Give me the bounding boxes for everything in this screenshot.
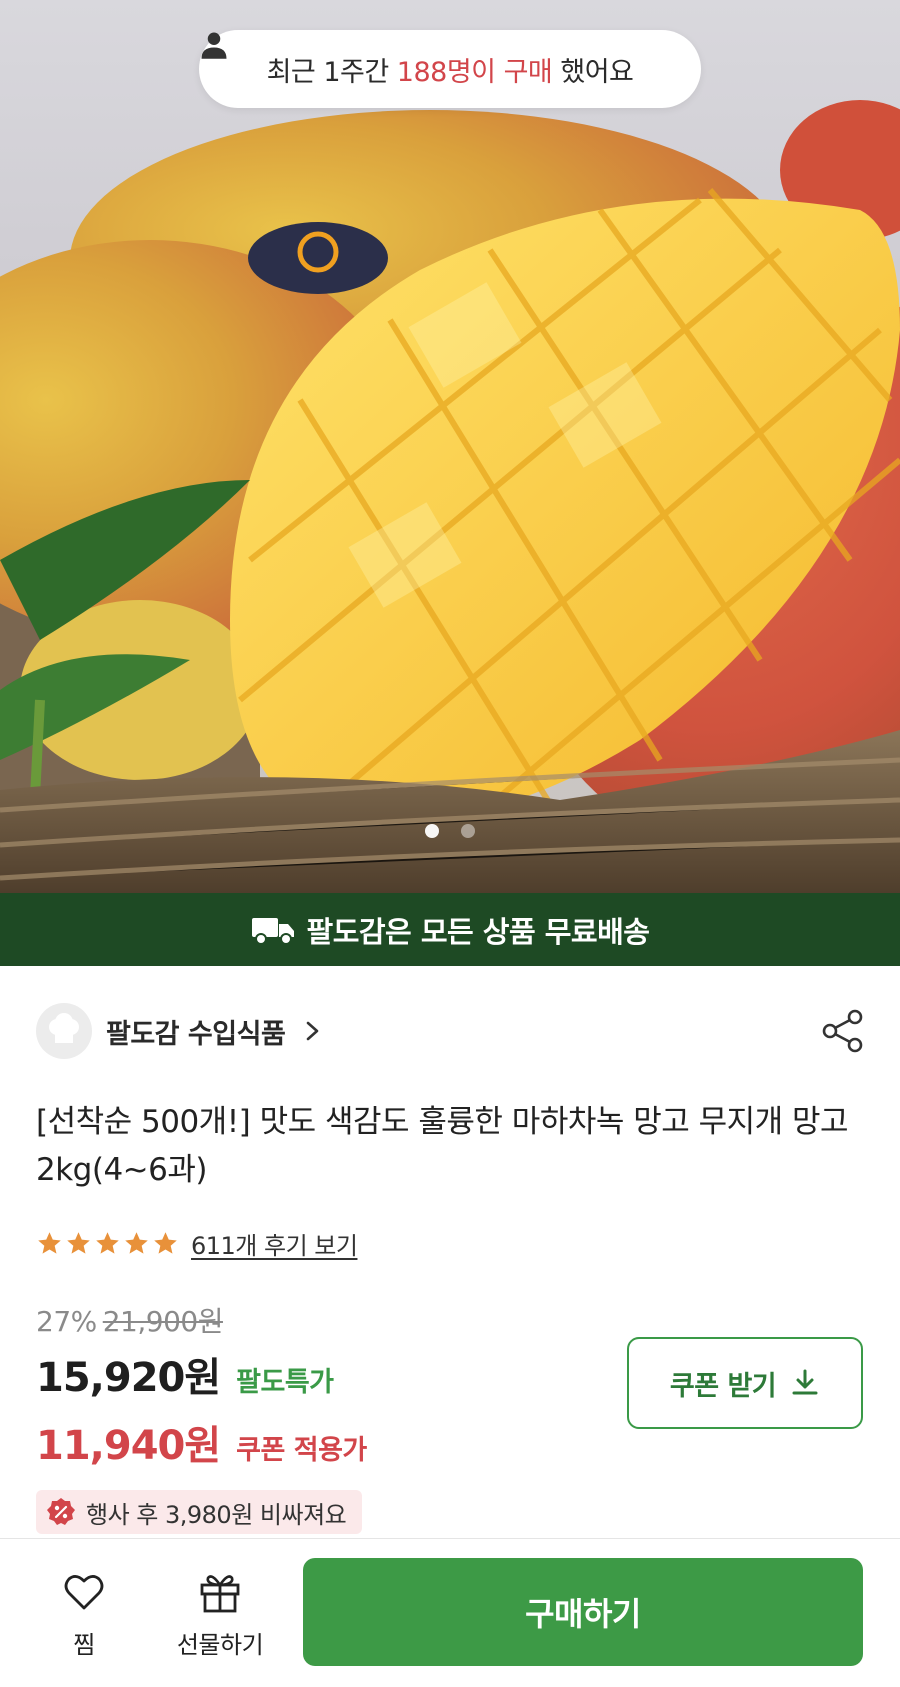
free-shipping-text: 팔도감은 모든 상품 무료배송 [306,914,650,949]
star-icon [154,1232,177,1254]
product-image-carousel[interactable]: 최근 1주간 188명이 구매 했어요 [0,0,900,893]
product-title: [선착순 500개!] 맛도 색감도 훌륭한 마하차녹 망고 무지개 망고 2k… [36,1104,849,1188]
buy-button[interactable]: 구매하기 [303,1558,863,1666]
buy-label: 구매하기 [525,1595,641,1633]
gift-button[interactable]: 선물하기 [160,1569,280,1660]
heart-icon [64,1575,104,1610]
recent-purchase-text: 최근 1주간 188명이 구매 했어요 [266,56,634,88]
recent-purchase-badge: 최근 1주간 188명이 구매 했어요 [199,30,701,108]
carousel-indicator [0,824,900,838]
star-icon [38,1232,61,1254]
chef-hat-icon [49,1013,79,1043]
gift-icon [200,1575,240,1613]
discount-rate: 27% [36,1305,97,1338]
person-icon [201,32,227,59]
rating-row: 611개 후기 보기 [36,1226,358,1261]
bottom-action-bar: 찜 선물하기 구매하기 [0,1538,900,1687]
wish-label: 찜 [73,1631,95,1659]
price-increase-text: 행사 후 3,980원 비싸져요 [86,1500,347,1529]
share-icon[interactable] [820,1008,866,1054]
seller-avatar [36,1003,92,1059]
special-price-label: 팔도특가 [236,1367,334,1398]
get-coupon-button[interactable]: 쿠폰 받기 [627,1337,863,1429]
seller-row[interactable]: 팔도감 수입식품 [36,1000,866,1062]
wish-button[interactable]: 찜 [44,1569,124,1660]
carousel-dot-1[interactable] [425,824,439,838]
coupon-price-label: 쿠폰 적용가 [236,1435,367,1466]
star-rating [36,1230,179,1257]
chevron-right-icon [306,1021,319,1041]
review-link[interactable]: 611개 후기 보기 [191,1226,358,1261]
special-price: 15,920원 [36,1355,221,1401]
coupon-price-row: 11,940원 쿠폰 적용가 [36,1413,367,1471]
coupon-price: 11,940원 [36,1423,221,1469]
original-price-row: 27% 21,900원 [36,1300,223,1340]
gift-label: 선물하기 [176,1631,264,1659]
mango-photo [0,100,900,893]
price-increase-notice: 행사 후 3,980원 비싸져요 [36,1490,363,1534]
seller-name[interactable]: 팔도감 수입식품 [106,1012,286,1051]
star-icon [96,1232,119,1254]
star-icon [67,1232,90,1254]
original-price: 21,900원 [102,1305,224,1338]
discount-badge-icon [47,1498,75,1525]
get-coupon-label: 쿠폰 받기 [669,1370,777,1402]
truck-icon [251,917,294,945]
download-icon [792,1369,818,1395]
star-icon [125,1232,148,1254]
carousel-dot-2[interactable] [461,824,475,838]
free-shipping-banner: 팔도감은 모든 상품 무료배송 [0,893,900,966]
special-price-row: 15,920원 팔도특가 [36,1345,334,1403]
